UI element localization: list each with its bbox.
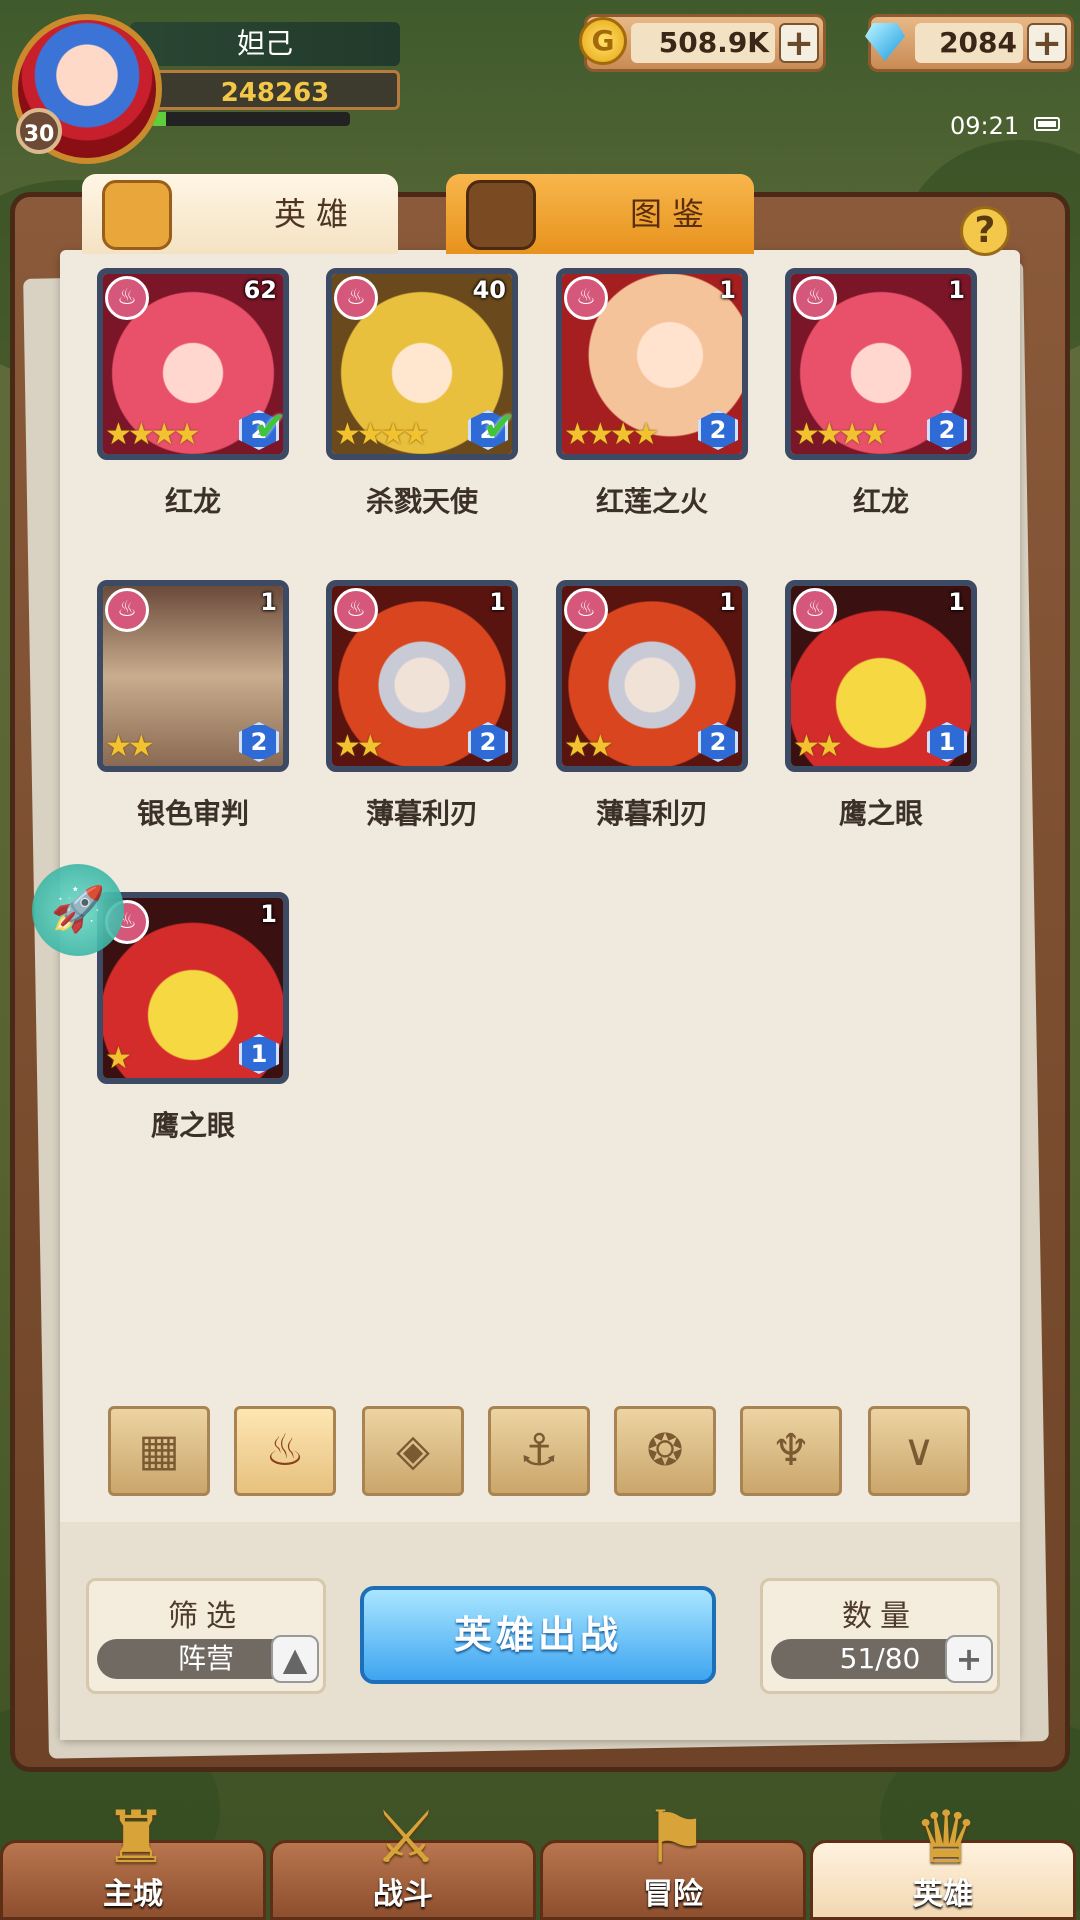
tab-hero[interactable]: 英雄 <box>82 174 398 254</box>
hero-card[interactable]: ♨ 1 ★★ 1 <box>785 580 977 772</box>
power-value: 248263 <box>150 70 400 110</box>
player-level: 30 <box>16 108 62 154</box>
add-gems-button[interactable]: + <box>1027 23 1067 63</box>
hero-stars: ★★ <box>793 729 843 764</box>
deploy-heroes-button[interactable]: 英雄出战 <box>360 1586 716 1684</box>
help-button[interactable]: ? <box>960 206 1010 256</box>
nav-battle[interactable]: ⚔ 战斗 <box>270 1795 536 1920</box>
fire-faction-icon: ♨ <box>564 276 608 320</box>
hero-stars: ★★★★ <box>105 417 201 452</box>
fire-faction-icon: ♨ <box>334 588 378 632</box>
hero-name: 红龙 <box>164 485 221 518</box>
filter-value: 阵营 <box>177 1642 234 1675</box>
hero-level: 1 <box>489 588 506 616</box>
hero-card[interactable]: ♨ 1 ★★ 2 <box>326 580 518 772</box>
fire-faction-icon: ♨ <box>793 588 837 632</box>
hero-level: 1 <box>260 588 277 616</box>
deployed-check-icon: ✔ <box>253 404 287 450</box>
nav-adventure-label: 冒险 <box>643 1877 703 1912</box>
fire-faction-icon: ♨ <box>564 588 608 632</box>
hero-stars: ★ <box>105 1041 132 1076</box>
tab-dex-label: 图鉴 <box>629 195 714 233</box>
fire-faction-icon: ♨ <box>793 276 837 320</box>
nav-hero[interactable]: ♛ 英雄 <box>810 1795 1076 1920</box>
hero-level: 1 <box>948 276 965 304</box>
gem-icon <box>865 23 905 61</box>
filter-box: 筛选 阵营 ▲ <box>86 1578 326 1694</box>
hero-stars: ★★ <box>105 729 155 764</box>
hero-stars: ★★ <box>334 729 384 764</box>
count-title: 数量 <box>842 1599 918 1634</box>
nav-hero-label: 英雄 <box>913 1877 973 1912</box>
filter-all-icon[interactable]: ▦ <box>108 1406 210 1496</box>
hero-name: 杀戮天使 <box>365 485 478 518</box>
hero-name: 鹰之眼 <box>150 1109 235 1142</box>
hero-level: 1 <box>719 276 736 304</box>
gold-coin-icon: G <box>579 17 627 65</box>
filter-demon-icon[interactable]: ♆ <box>740 1406 842 1496</box>
nav-adventure[interactable]: ⚑ 冒险 <box>540 1795 806 1920</box>
filter-fire-icon[interactable]: ♨ <box>234 1406 336 1496</box>
hero-card[interactable]: ♨ 40 ★★★★ 2 ✔ <box>326 268 518 460</box>
filter-diamond-icon[interactable]: ◈ <box>362 1406 464 1496</box>
fire-faction-icon: ♨ <box>105 276 149 320</box>
hero-card[interactable]: ♨ 1 ★★★★ 2 <box>785 268 977 460</box>
hero-level: 40 <box>472 276 506 304</box>
hero-level: 1 <box>948 588 965 616</box>
chevron-up-icon[interactable]: ▲ <box>271 1635 319 1683</box>
hero-card[interactable]: ♨ 1 ★★ 2 <box>97 580 289 772</box>
hero-card[interactable]: ♨ 1 ★★★★ 2 <box>556 268 748 460</box>
gem-counter: 2084 + <box>865 14 1074 72</box>
count-pill: 51/80 + <box>771 1635 993 1683</box>
tab-hero-label: 英雄 <box>273 195 358 233</box>
hero-card[interactable]: ♨ 1 ★ 1 <box>97 892 289 1084</box>
count-value: 51/80 <box>839 1642 921 1675</box>
add-slot-button[interactable]: + <box>945 1635 993 1683</box>
exp-bar <box>150 112 350 126</box>
add-gold-button[interactable]: + <box>779 23 819 63</box>
hero-level: 62 <box>243 276 277 304</box>
hero-name: 鹰之眼 <box>838 797 923 830</box>
count-box: 数量 51/80 + <box>760 1578 1000 1694</box>
gem-value: 2084 <box>915 23 1023 63</box>
hero-card[interactable]: ♨ 1 ★★ 2 <box>556 580 748 772</box>
hero-name: 红龙 <box>852 485 909 518</box>
gold-counter: G 508.9K + <box>579 14 826 72</box>
player-name: 妲己 <box>130 22 400 66</box>
hero-name: 红莲之火 <box>595 485 708 518</box>
hero-level: 1 <box>260 900 277 928</box>
deployed-check-icon: ✔ <box>482 404 516 450</box>
filter-beast-icon[interactable]: ❂ <box>614 1406 716 1496</box>
nav-city-label: 主城 <box>103 1877 163 1912</box>
fire-faction-icon: ♨ <box>334 276 378 320</box>
helmet-icon <box>102 180 172 250</box>
filter-select[interactable]: 阵营 ▲ <box>97 1635 319 1683</box>
clock: 09:21 <box>950 112 1020 140</box>
hero-stars: ★★★★ <box>793 417 889 452</box>
hero-stars: ★★★★ <box>334 417 430 452</box>
nav-battle-label: 战斗 <box>373 1877 433 1912</box>
filter-title: 筛选 <box>168 1599 244 1634</box>
hero-stars: ★★★★ <box>564 417 660 452</box>
fire-faction-icon: ♨ <box>105 588 149 632</box>
gold-value: 508.9K <box>631 23 775 63</box>
nav-city[interactable]: ♜ 主城 <box>0 1795 266 1920</box>
hero-name: 银色审判 <box>136 797 249 830</box>
hero-name: 薄暮利刃 <box>365 797 478 830</box>
rocket-icon[interactable]: 🚀 <box>32 864 124 956</box>
battery-icon <box>1034 117 1060 131</box>
magnifier-icon <box>466 180 536 250</box>
tab-dex[interactable]: 图鉴 <box>446 174 754 254</box>
hero-card[interactable]: ♨ 62 ★★★★ 2 ✔ <box>97 268 289 460</box>
hero-name: 薄暮利刃 <box>595 797 708 830</box>
filter-wing-icon[interactable]: ∨ <box>868 1406 970 1496</box>
filter-anchor-icon[interactable]: ⚓ <box>488 1406 590 1496</box>
hero-level: 1 <box>719 588 736 616</box>
hero-stars: ★★ <box>564 729 614 764</box>
